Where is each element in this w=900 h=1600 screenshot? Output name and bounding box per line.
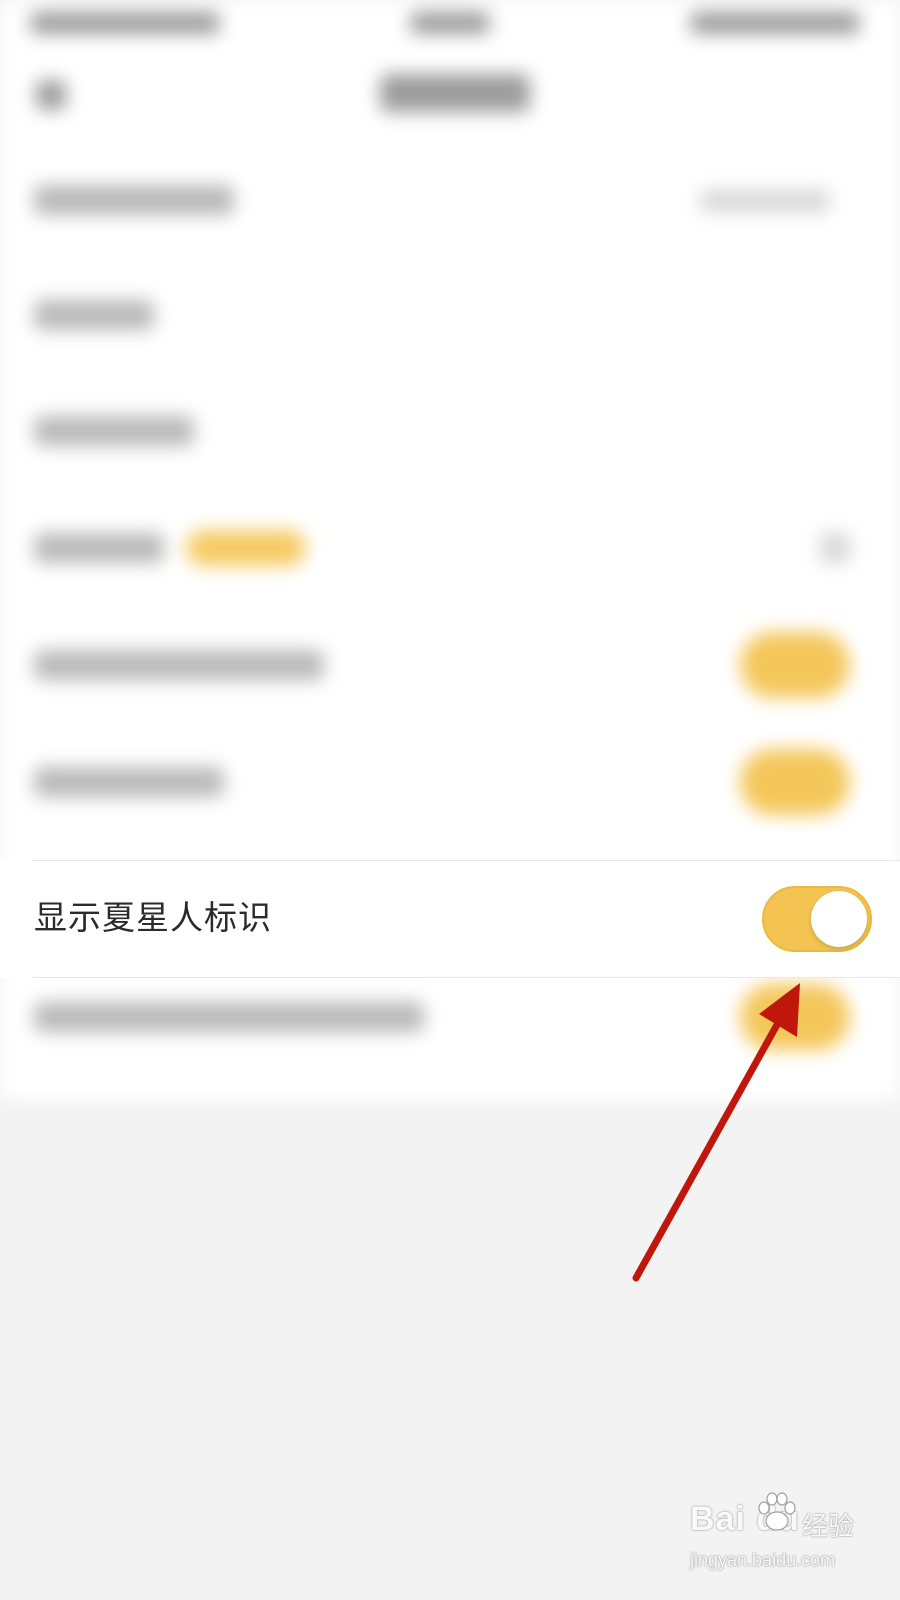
row-6-label-blurred <box>34 767 224 797</box>
watermark-url: jingyan.baidu.com <box>690 1550 836 1570</box>
setting-row-show-summer-star: 显示夏星人标识 <box>0 860 900 978</box>
row-3-label-blurred <box>34 416 194 446</box>
toggle-knob <box>811 891 867 947</box>
divider <box>32 860 900 861</box>
back-button-blurred <box>36 80 66 110</box>
nav-title-blurred <box>380 74 530 112</box>
row-8-label-blurred <box>34 1002 424 1032</box>
row-4-chevron-blurred <box>820 533 850 563</box>
row-5-toggle-blurred <box>740 632 850 698</box>
row-4-label-blurred <box>34 533 164 563</box>
row-6-toggle-blurred <box>740 749 850 815</box>
blurred-background <box>0 0 900 1600</box>
row-2-label-blurred <box>34 300 154 330</box>
toggle-switch[interactable] <box>762 886 872 952</box>
baidu-jingyan-watermark: Bai du 经验 jingyan.baidu.com <box>690 1492 870 1580</box>
row-4-badge-blurred <box>186 530 306 566</box>
row-1-label-blurred <box>34 185 234 215</box>
row-8-toggle-blurred <box>740 984 850 1050</box>
row-5-label-blurred <box>34 650 324 680</box>
row-1-value-blurred <box>700 190 830 212</box>
divider <box>32 977 900 978</box>
setting-label: 显示夏星人标识 <box>34 898 272 937</box>
status-bar-blurred <box>30 12 220 34</box>
watermark-logo-cn: 经验 <box>802 1512 855 1542</box>
status-time-blurred <box>410 12 490 34</box>
paw-icon <box>758 1492 796 1531</box>
status-icons-blurred <box>690 12 860 34</box>
